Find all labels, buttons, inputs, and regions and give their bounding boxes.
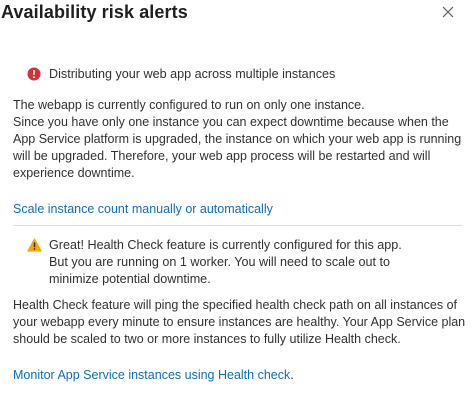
link-suffix: . [290, 368, 294, 382]
scale-instance-count-link[interactable]: Scale instance count manually or automat… [13, 201, 273, 218]
description-line: your webapp every minute to ensure insta… [13, 315, 466, 329]
warning-line: minimize potential downtime. [49, 272, 211, 286]
description-line: The webapp is currently configured to ru… [13, 98, 365, 112]
description-line: should be scaled to two or more instance… [13, 332, 401, 346]
description-line: Since you have only one instance you can… [13, 115, 449, 129]
warning-line: But you are running on 1 worker. You wil… [49, 255, 390, 269]
description-line: will be upgraded. Therefore, your web ap… [13, 149, 431, 163]
health-check-description: Health Check feature will ping the speci… [13, 297, 466, 348]
warning-alert: Great! Health Check feature is currently… [27, 237, 457, 289]
warning-alert-text: Great! Health Check feature is currently… [49, 237, 459, 288]
description-line: experience downtime. [13, 166, 135, 180]
panel-title: Availability risk alerts [1, 2, 188, 22]
close-icon [442, 6, 454, 18]
monitor-link-row: Monitor App Service instances using Heal… [13, 367, 294, 384]
monitor-health-check-link[interactable]: Monitor App Service instances using Heal… [13, 368, 290, 382]
section-divider [13, 225, 462, 226]
error-circle-icon [27, 67, 41, 81]
availability-risk-alerts-panel: Availability risk alerts Distributing yo… [0, 0, 474, 402]
warning-line: Great! Health Check feature is currently… [49, 238, 402, 252]
close-button[interactable] [440, 4, 456, 20]
single-instance-description: The webapp is currently configured to ru… [13, 97, 463, 182]
error-alert-text: Distributing your web app across multipl… [49, 67, 336, 81]
description-line: Health Check feature will ping the speci… [13, 298, 458, 312]
warning-triangle-icon [27, 238, 42, 252]
description-line: App Service platform is upgraded, the in… [13, 132, 462, 146]
